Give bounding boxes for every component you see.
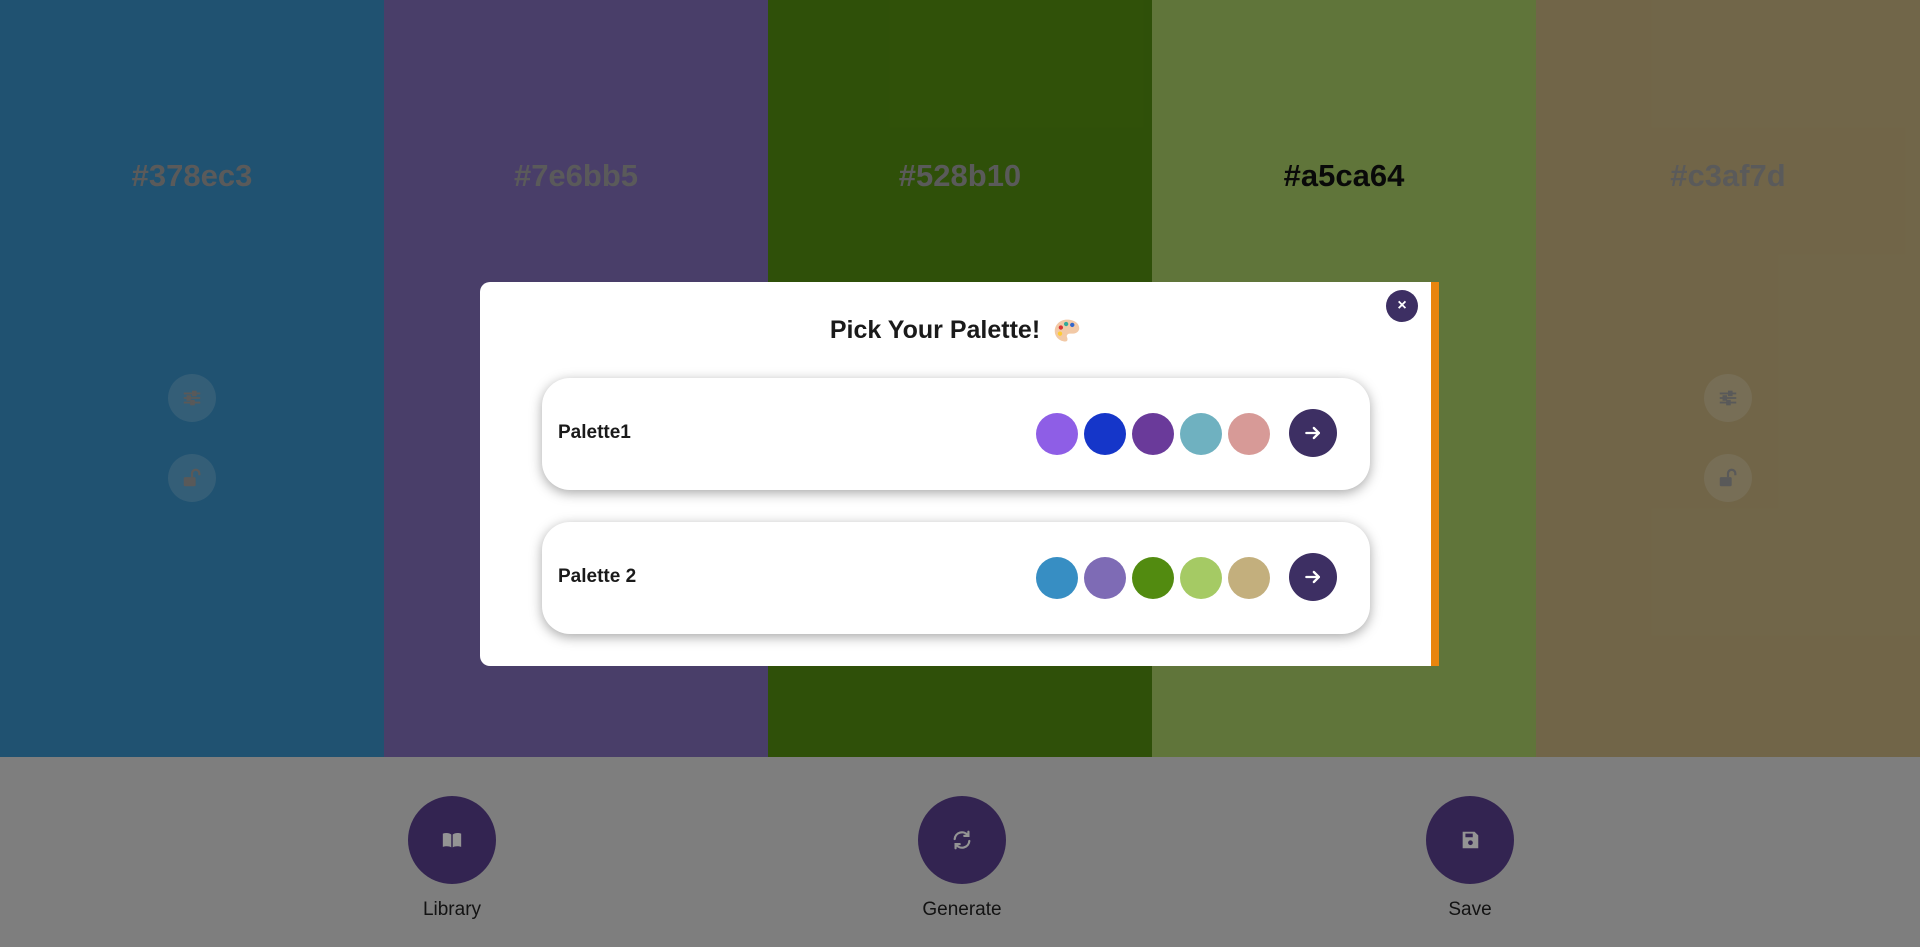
close-button[interactable]: ×: [1386, 290, 1418, 322]
color-swatch: [1180, 557, 1222, 599]
select-palette-button[interactable]: [1289, 553, 1337, 601]
color-swatch: [1036, 557, 1078, 599]
color-swatch: [1132, 413, 1174, 455]
palette-card[interactable]: Palette1: [542, 378, 1370, 490]
palette-card[interactable]: Palette 2: [542, 522, 1370, 634]
color-swatch: [1084, 557, 1126, 599]
select-palette-button[interactable]: [1289, 409, 1337, 457]
color-swatch: [1132, 557, 1174, 599]
color-swatch: [1036, 413, 1078, 455]
color-swatch: [1084, 413, 1126, 455]
arrow-right-icon: [1305, 426, 1320, 440]
arrow-right-icon: [1305, 570, 1320, 584]
palette-name: Palette1: [558, 422, 631, 443]
modal-title-text: Pick Your Palette!: [829, 316, 1041, 344]
palette-swatches: [1036, 557, 1270, 599]
palette-name: Palette 2: [558, 566, 637, 587]
color-swatch: [1228, 413, 1270, 455]
palette-swatches: [1036, 413, 1270, 455]
color-swatch: [1180, 413, 1222, 455]
artist-palette-icon: [1054, 320, 1080, 342]
modal-title: Pick Your Palette!: [480, 316, 1431, 345]
palette-picker-modal: Pick Your Palette! × Palette1 Palette 2: [480, 282, 1439, 666]
color-swatch: [1228, 557, 1270, 599]
